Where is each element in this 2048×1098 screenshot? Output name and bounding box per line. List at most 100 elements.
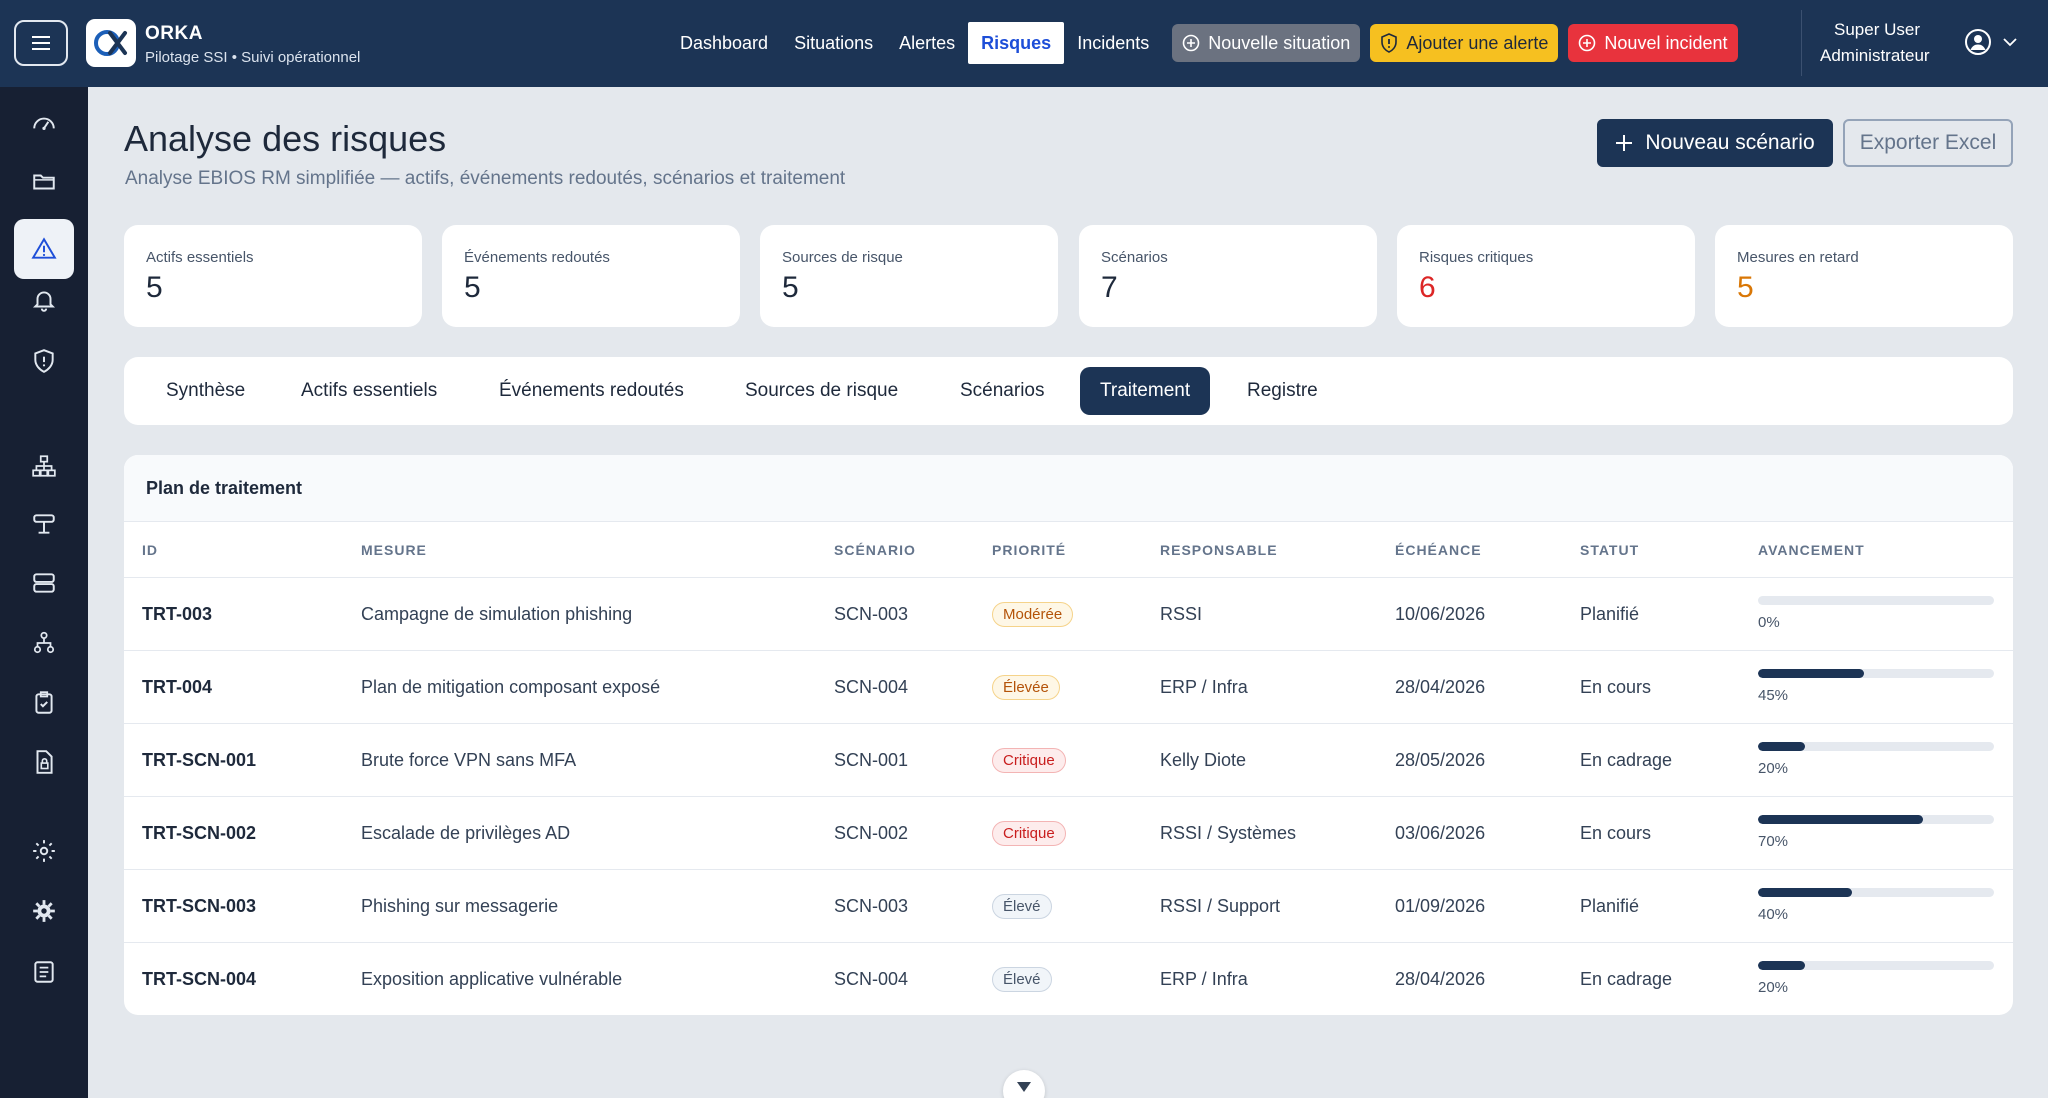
log-list-icon <box>34 961 54 983</box>
sidebar-item-log-list[interactable] <box>14 942 74 1002</box>
table-row[interactable]: TRT-003 Campagne de simulation phishing SC… <box>124 578 2013 651</box>
settings-outline-icon <box>33 840 55 862</box>
risk-tabs: Synthèse Actifs essentiels Événements re… <box>124 357 2013 425</box>
tab-synthese[interactable]: Synthèse <box>146 367 265 415</box>
dashboard-gauge-icon <box>33 117 55 130</box>
user-avatar-toggle[interactable] <box>1964 28 2018 56</box>
tab-sources-de-risque[interactable]: Sources de risque <box>725 367 918 415</box>
nav-situations[interactable]: Situations <box>781 22 886 64</box>
progress-bar: 45% <box>1758 651 1994 723</box>
sidebar-item-server[interactable] <box>14 553 74 613</box>
progress-track <box>1758 596 1994 605</box>
add-alert-label: Ajouter une alerte <box>1406 32 1549 53</box>
hamburger-icon <box>32 36 50 50</box>
router-icon <box>33 514 55 534</box>
sidebar-item-dashboard-gauge[interactable] <box>14 94 74 154</box>
tab-evenements-redoutes[interactable]: Événements redoutés <box>479 367 704 415</box>
network-icon <box>32 455 56 477</box>
user-name: Super User <box>1834 20 1920 39</box>
progress-fill <box>1758 669 1865 678</box>
export-excel-button[interactable]: Exporter Excel <box>1843 119 2013 167</box>
progress-bar: 20% <box>1758 943 1994 1015</box>
nav-dashboard[interactable]: Dashboard <box>667 22 781 64</box>
cell-id: TRT-003 <box>142 603 213 624</box>
sidebar-item-bell[interactable] <box>14 270 74 330</box>
tab-actifs-essentiels[interactable]: Actifs essentiels <box>281 367 457 415</box>
table-row[interactable]: TRT-SCN-001 Brute force VPN sans MFA SCN-0… <box>124 724 2013 797</box>
table-row[interactable]: TRT-SCN-002 Escalade de privilèges AD SCN-… <box>124 797 2013 870</box>
cell-scenario: SCN-003 <box>834 603 909 624</box>
new-scenario-label: Nouveau scénario <box>1645 131 1815 154</box>
progress-fill <box>1758 961 1806 970</box>
progress-label: 20% <box>1758 760 1789 777</box>
nav-incidents[interactable]: Incidents <box>1064 22 1162 64</box>
col-id: ID <box>142 542 158 558</box>
add-alert-button[interactable]: Ajouter une alerte <box>1370 24 1559 62</box>
new-situation-button[interactable]: Nouvelle situation <box>1172 24 1361 62</box>
table-row[interactable]: TRT-SCN-004 Exposition applicative vulnér… <box>124 943 2013 1015</box>
menu-toggle-button[interactable] <box>14 20 68 66</box>
sidebar-item-network[interactable] <box>14 436 74 496</box>
user-menu[interactable]: Super User Administrateur <box>1820 17 1930 69</box>
cell-scenario: SCN-004 <box>834 676 909 697</box>
main-nav: Dashboard Situations Alertes Risques Inc… <box>667 22 1738 64</box>
stat-label: Risques critiques <box>1419 249 1534 266</box>
new-incident-button[interactable]: Nouvel incident <box>1568 24 1738 62</box>
cell-priorite: Critique <box>992 724 1066 796</box>
cell-statut: En cadrage <box>1580 749 1673 770</box>
cell-mesure: Exposition applicative vulnérable <box>361 968 623 989</box>
top-bar: ORKA Pilotage SSI • Suivi opérationnel D… <box>0 0 2048 87</box>
sidebar-item-locked-file[interactable] <box>14 732 74 792</box>
new-scenario-button[interactable]: Nouveau scénario <box>1597 119 1833 167</box>
sidebar-item-hierarchy[interactable] <box>14 613 74 673</box>
table-row[interactable]: TRT-SCN-003 Phishing sur messagerie SCN-00… <box>124 870 2013 943</box>
folder-icon <box>33 174 55 190</box>
cell-statut: Planifié <box>1580 895 1640 916</box>
stat-label: Sources de risque <box>782 249 903 266</box>
sidebar-item-settings-outline[interactable] <box>14 821 74 881</box>
progress-label: 20% <box>1758 979 1789 996</box>
tab-traitement[interactable]: Traitement <box>1080 367 1211 415</box>
cell-priorite: Modérée <box>992 578 1074 650</box>
cell-statut: En cadrage <box>1580 968 1673 989</box>
orka-logo[interactable] <box>86 19 136 67</box>
cell-priorite: Critique <box>992 797 1066 869</box>
cell-statut: En cours <box>1580 676 1652 697</box>
cell-priorite: Élevé <box>992 870 1052 942</box>
nav-risques[interactable]: Risques <box>968 22 1065 64</box>
brand: ORKA Pilotage SSI • Suivi opérationnel <box>145 22 360 68</box>
cell-priorite: Élevé <box>992 943 1052 1015</box>
scroll-down-button[interactable] <box>1003 1070 1045 1098</box>
progress-bar: 0% <box>1758 578 1994 650</box>
nav-alertes[interactable]: Alertes <box>886 22 968 64</box>
sidebar-item-router[interactable] <box>14 494 74 554</box>
cell-statut: Planifié <box>1580 603 1640 624</box>
sidebar-item-folder[interactable] <box>14 152 74 212</box>
tab-scenarios[interactable]: Scénarios <box>940 367 1065 415</box>
tab-registre[interactable]: Registre <box>1227 367 1338 415</box>
stat-label: Actifs essentiels <box>146 249 254 266</box>
stat-value: 5 <box>782 271 799 304</box>
stat-value: 6 <box>1419 271 1436 304</box>
table-row[interactable]: TRT-004 Plan de mitigation composant expo… <box>124 651 2013 724</box>
priority-badge: Élevé <box>992 966 1052 992</box>
chevron-down-icon <box>1017 1082 1031 1092</box>
progress-track <box>1758 961 1994 970</box>
sidebar-item-shield[interactable] <box>14 331 74 391</box>
col-priorite: PRIORITÉ <box>992 542 1067 558</box>
progress-label: 40% <box>1758 906 1789 923</box>
priority-badge: Élevée <box>992 674 1060 700</box>
stat-card-sources: Sources de risque 5 <box>760 225 1058 327</box>
plus-circle-icon <box>1182 34 1200 52</box>
bell-icon <box>32 291 56 312</box>
table-header: ID MESURE SCÉNARIO PRIORITÉ RESPONSABLE … <box>124 522 2013 578</box>
cell-id: TRT-SCN-002 <box>142 822 257 843</box>
sidebar-item-clipboard-check[interactable] <box>14 673 74 733</box>
cell-scenario: SCN-002 <box>834 822 909 843</box>
cell-responsable: RSSI / Support <box>1160 895 1281 916</box>
sidebar-item-settings-filled[interactable] <box>14 881 74 941</box>
progress-fill <box>1758 815 1924 824</box>
progress-track <box>1758 742 1994 751</box>
cell-echeance: 28/04/2026 <box>1395 968 1486 989</box>
cell-id: TRT-SCN-004 <box>142 968 257 989</box>
